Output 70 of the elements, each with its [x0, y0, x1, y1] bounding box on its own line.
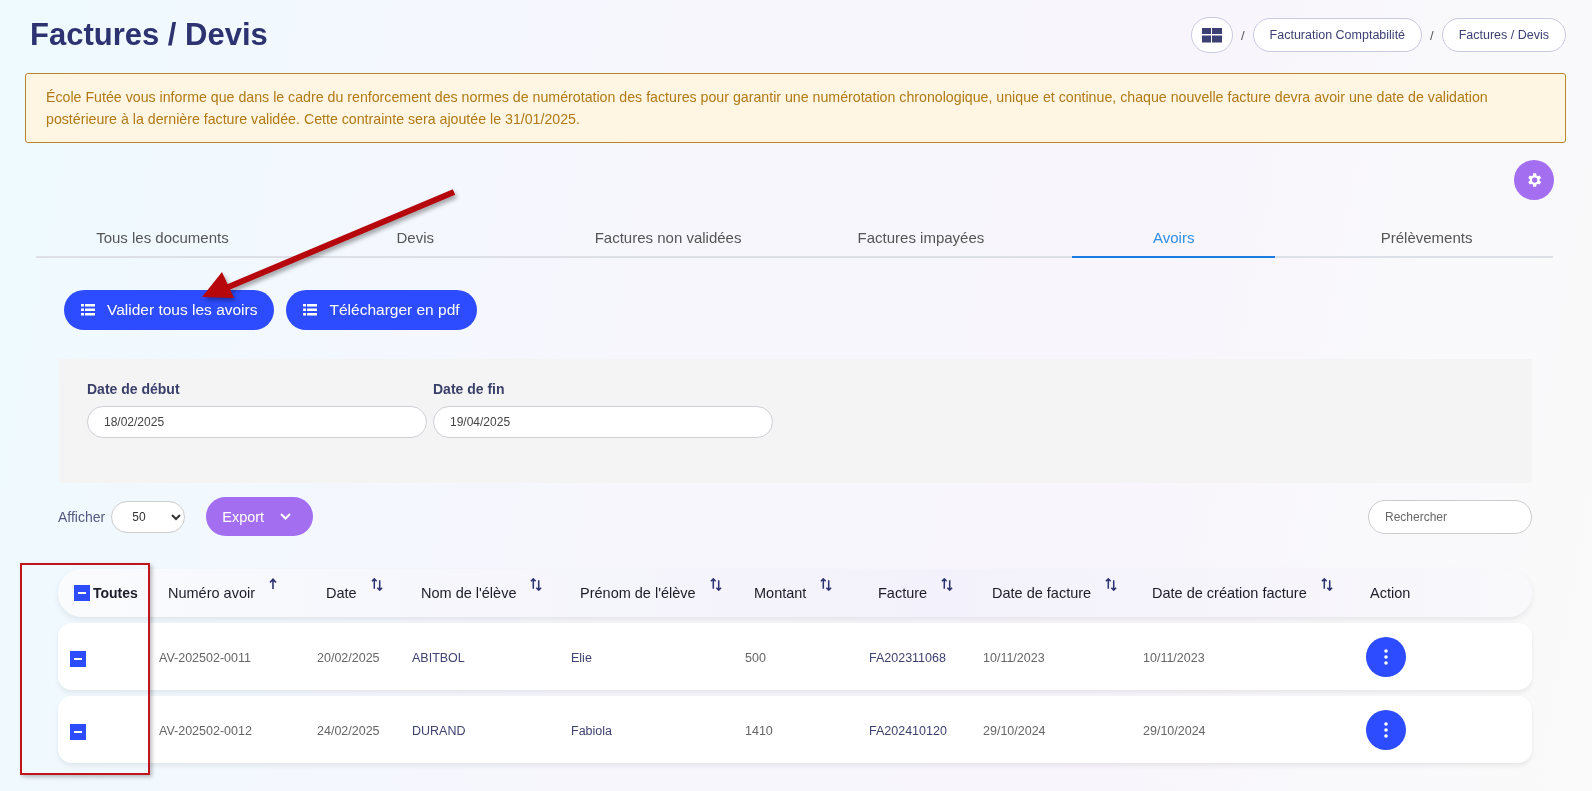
dashboard-button[interactable]: [1190, 17, 1233, 53]
tab[interactable]: Factures impayées: [819, 216, 1023, 258]
breadcrumb-link[interactable]: Factures / Devis: [1441, 18, 1566, 52]
column-header: Facture: [878, 585, 928, 601]
breadcrumb-separator: /: [1430, 27, 1434, 43]
table-cell: AV-202502-0012: [159, 723, 252, 738]
table-cell: FA202311068: [869, 650, 946, 665]
field-label: Date de début: [87, 381, 181, 397]
table-cell: 20/02/2025: [317, 650, 380, 665]
select-all-label: Toutes: [93, 585, 138, 601]
table-cell: DURAND: [412, 723, 466, 738]
tab[interactable]: Prélèvements: [1325, 216, 1528, 258]
grid-icon: [1201, 27, 1222, 43]
table-cell: 29/10/2024: [983, 723, 1046, 738]
table-cell: 500: [745, 650, 766, 665]
sort-icon[interactable]: [709, 578, 722, 591]
column-header: Action: [1370, 585, 1411, 601]
more-vertical-icon: [1384, 721, 1388, 738]
more-button[interactable]: [1366, 709, 1406, 750]
page-size-select[interactable]: 50: [111, 500, 186, 533]
table-cell: 10/11/2023: [1143, 650, 1205, 665]
sort-icon[interactable]: [941, 578, 954, 591]
table-cell: 29/10/2024: [1143, 723, 1206, 738]
notice-banner: École Futée vous informe que dans le cadre du renforcement des normes de numérotation des factures pour garantir une numérotation chronologique, unique et continue, chaque nouvelle facture devra avoir une date de validation postérieure à la dernière facture validée. Cette contrainte sera ajoutée le 31/01/2025.: [25, 73, 1566, 143]
sort-icon[interactable]: [530, 578, 543, 591]
row-checkbox[interactable]: [70, 651, 86, 667]
column-header: Prénom de l'élève: [580, 585, 696, 601]
search-field[interactable]: Rechercher: [1368, 499, 1532, 534]
minus-icon: [74, 658, 82, 660]
column-header: Date: [326, 585, 357, 601]
table-cell: Fabiola: [571, 723, 612, 738]
column-header: Date de création facture: [1152, 585, 1307, 601]
select-all-checkbox[interactable]: [74, 585, 90, 601]
column-header: Numéro avoir: [168, 585, 256, 601]
date-field[interactable]: 18/02/2025: [87, 406, 427, 438]
column-header: Montant: [754, 585, 807, 601]
tab[interactable]: Factures non validées: [566, 216, 770, 258]
column-header: Date de facture: [992, 585, 1092, 601]
field-label: Date de fin: [433, 381, 506, 397]
minus-icon: [74, 731, 82, 733]
date-field[interactable]: 19/04/2025: [433, 406, 773, 438]
minus-icon: [78, 592, 86, 594]
list-icon: [81, 304, 95, 316]
page-size-label: Afficher: [58, 508, 106, 525]
chevron-down-icon: [280, 513, 292, 520]
breadcrumb-link[interactable]: Facturation Comptabilité: [1252, 18, 1423, 52]
table-cell: Elie: [571, 650, 592, 665]
sort-up-icon[interactable]: [269, 578, 278, 589]
sort-icon[interactable]: [820, 578, 833, 591]
settings-button[interactable]: [1514, 160, 1554, 200]
more-button[interactable]: [1366, 636, 1406, 677]
table-cell: ABITBOL: [412, 650, 465, 665]
sort-icon[interactable]: [370, 578, 383, 591]
action-button[interactable]: Télécharger en pdf: [286, 290, 477, 330]
row-checkbox[interactable]: [70, 724, 86, 740]
action-button[interactable]: Valider tous les avoirs: [64, 290, 275, 330]
table-cell: FA202410120: [869, 723, 947, 738]
sort-icon[interactable]: [1320, 578, 1333, 591]
table-cell: 1410: [745, 723, 773, 738]
page-title: Factures / Devis: [30, 17, 268, 53]
tab[interactable]: Tous les documents: [61, 216, 264, 258]
tab[interactable]: Devis: [313, 216, 517, 258]
table-cell: 10/11/2023: [983, 650, 1045, 665]
table-cell: AV-202502-0011: [159, 650, 251, 665]
more-vertical-icon: [1384, 648, 1388, 665]
breadcrumb-separator: /: [1240, 27, 1245, 43]
sort-icon[interactable]: [1105, 578, 1118, 591]
list-icon: [303, 304, 318, 316]
column-header: Nom de l'élève: [421, 585, 517, 601]
table-cell: 24/02/2025: [317, 723, 380, 738]
